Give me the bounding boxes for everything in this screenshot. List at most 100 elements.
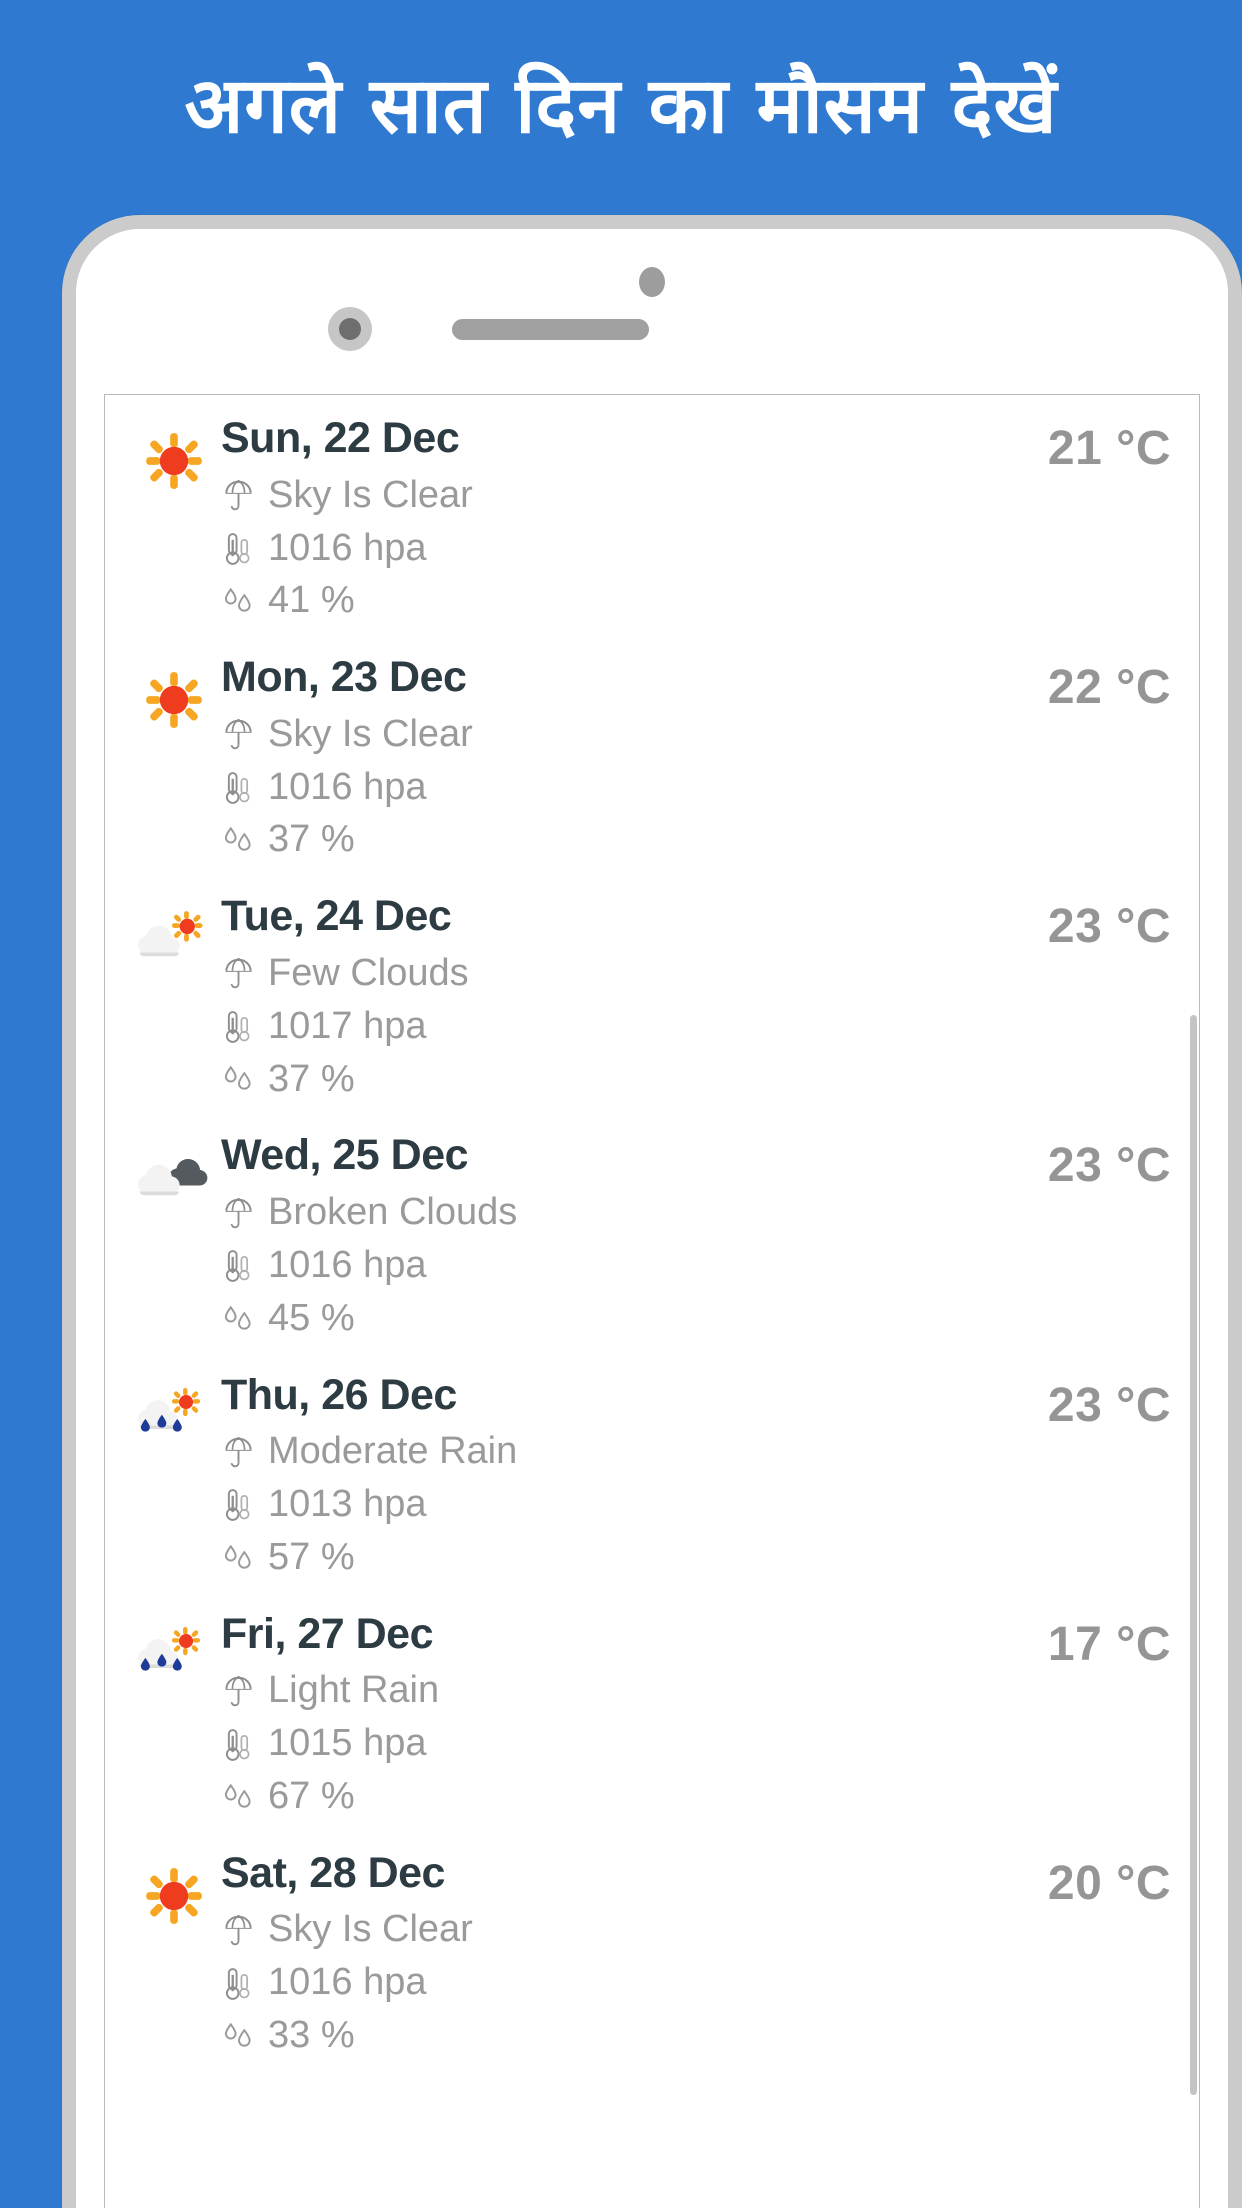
forecast-pressure-label: 1017 hpa	[268, 1004, 427, 1047]
thermometer-icon-slot	[221, 1967, 255, 2000]
forecast-humidity: 33 %	[221, 2014, 1048, 2057]
sun-icon	[146, 433, 202, 489]
forecast-temperature: 23 °C	[1047, 1139, 1171, 1193]
water-drops-icon	[224, 1784, 251, 1808]
forecast-details: Tue, 24 Dec Few Clouds 1017 hpa 37 %	[217, 885, 1048, 1100]
phone-screen: Sun, 22 Dec Sky Is Clear 1016 hpa 41 % 2…	[76, 229, 1228, 2208]
forecast-row[interactable]: Mon, 23 Dec Sky Is Clear 1016 hpa 37 % 2…	[105, 634, 1199, 873]
forecast-condition: Broken Clouds	[221, 1191, 1048, 1234]
forecast-details: Fri, 27 Dec Light Rain 1015 hpa 67 %	[217, 1603, 1048, 1818]
water-drops-icon	[224, 827, 251, 851]
forecast-details: Sun, 22 Dec Sky Is Clear 1016 hpa 41 %	[217, 407, 1048, 622]
forecast-pressure: 1015 hpa	[221, 1722, 1048, 1765]
weather-condition-icon	[131, 646, 217, 730]
phone-volume-down-button[interactable]	[62, 714, 70, 854]
forecast-pressure: 1017 hpa	[221, 1004, 1048, 1048]
weather-condition-icon	[131, 1842, 217, 1926]
broken-clouds-icon	[138, 1159, 208, 1196]
forecast-humidity: 45 %	[221, 1297, 1048, 1340]
forecast-day-label: Mon, 23 Dec	[221, 653, 467, 702]
umbrella-icon-slot	[221, 1196, 255, 1230]
vertical-scrollbar[interactable]	[1190, 1015, 1197, 2095]
water-drops-icon-slot	[221, 1064, 255, 1094]
forecast-card: Sun, 22 Dec Sky Is Clear 1016 hpa 41 % 2…	[104, 394, 1200, 2208]
forecast-pressure-label: 1013 hpa	[268, 1483, 427, 1526]
forecast-row[interactable]: Wed, 25 Dec Broken Clouds 1016 hpa 45 % …	[105, 1112, 1199, 1351]
weather-condition-icon	[131, 1124, 217, 1208]
promo-banner: अगले सात दिन का मौसम देखें	[0, 0, 1242, 215]
forecast-row[interactable]: Fri, 27 Dec Light Rain 1015 hpa 67 % 17 …	[105, 1591, 1199, 1830]
forecast-details: Thu, 26 Dec Moderate Rain 1013 hpa 57 %	[217, 1364, 1048, 1579]
forecast-condition-label: Few Clouds	[268, 951, 469, 994]
forecast-condition-label: Sky Is Clear	[268, 473, 473, 516]
weather-condition-icon	[131, 1603, 217, 1697]
forecast-day-label: Tue, 24 Dec	[221, 892, 452, 941]
forecast-temperature: 22 °C	[1047, 661, 1171, 715]
thermometer-icon	[225, 1250, 250, 1283]
weather-condition-icon	[131, 407, 217, 491]
thermometer-icon	[225, 1728, 250, 1761]
forecast-pressure: 1016 hpa	[221, 1243, 1048, 1287]
forecast-day-label: Fri, 27 Dec	[221, 1609, 433, 1658]
thermometer-icon-slot	[221, 1249, 255, 1283]
earpiece-speaker-icon	[452, 319, 649, 340]
forecast-temperature: 17 °C	[1047, 1617, 1171, 1671]
thermometer-icon-slot	[221, 1010, 255, 1044]
forecast-pressure-label: 1016 hpa	[268, 526, 427, 569]
forecast-row[interactable]: Sun, 22 Dec Sky Is Clear 1016 hpa 41 % 2…	[105, 395, 1199, 634]
forecast-day-label: Wed, 25 Dec	[221, 1131, 469, 1180]
umbrella-icon-slot	[221, 1674, 255, 1708]
forecast-list[interactable]: Sun, 22 Dec Sky Is Clear 1016 hpa 41 % 2…	[105, 395, 1199, 2208]
forecast-day-label: Sat, 28 Dec	[221, 1848, 445, 1897]
forecast-humidity-label: 67 %	[268, 1774, 355, 1817]
umbrella-icon	[224, 1196, 252, 1228]
umbrella-icon-slot	[221, 957, 255, 990]
forecast-condition: Light Rain	[221, 1670, 1048, 1712]
water-drops-icon	[224, 588, 251, 612]
thermometer-icon-slot	[221, 532, 255, 565]
forecast-condition-label: Light Rain	[268, 1669, 440, 1712]
weather-condition-icon	[131, 885, 217, 969]
umbrella-icon-slot	[221, 1913, 255, 1947]
page-title: अगले सात दिन का मौसम देखें	[184, 62, 1058, 152]
forecast-temperature: 23 °C	[1047, 900, 1171, 954]
forecast-condition: Sky Is Clear	[221, 1909, 1048, 1951]
thermometer-icon-slot	[221, 771, 255, 805]
umbrella-icon	[224, 479, 252, 511]
forecast-row[interactable]: Thu, 26 Dec Moderate Rain 1013 hpa 57 % …	[105, 1352, 1199, 1591]
water-drops-icon-slot	[221, 2021, 255, 2051]
forecast-temperature: 23 °C	[1047, 1378, 1171, 1432]
forecast-humidity: 37 %	[221, 1057, 1048, 1101]
sun-behind-rain-cloud-icon	[138, 1626, 201, 1671]
phone-button-left-top[interactable]	[62, 399, 70, 487]
forecast-pressure-label: 1016 hpa	[268, 1243, 427, 1286]
forecast-humidity-label: 37 %	[268, 1057, 355, 1100]
water-drops-icon	[224, 1545, 251, 1569]
forecast-humidity-label: 37 %	[268, 818, 355, 861]
water-drops-icon	[224, 2023, 251, 2047]
forecast-condition-label: Sky Is Clear	[268, 1908, 473, 1951]
forecast-condition-label: Moderate Rain	[268, 1430, 518, 1473]
forecast-humidity-label: 57 %	[268, 1535, 355, 1578]
forecast-condition: Sky Is Clear	[221, 473, 1048, 517]
thermometer-icon-slot	[221, 1488, 255, 1522]
sun-icon	[146, 1867, 202, 1924]
forecast-humidity: 41 %	[221, 580, 1048, 622]
sun-behind-cloud-icon	[138, 911, 203, 957]
water-drops-icon-slot	[221, 586, 255, 616]
forecast-row[interactable]: Tue, 24 Dec Few Clouds 1017 hpa 37 % 23 …	[105, 873, 1199, 1112]
phone-power-button[interactable]	[1234, 649, 1242, 809]
forecast-humidity: 37 %	[221, 819, 1048, 861]
phone-volume-up-button[interactable]	[62, 534, 70, 674]
forecast-temperature: 20 °C	[1047, 1856, 1171, 1910]
forecast-humidity: 57 %	[221, 1535, 1048, 1579]
water-drops-icon-slot	[221, 1782, 255, 1812]
forecast-condition-label: Broken Clouds	[268, 1191, 518, 1234]
forecast-humidity: 67 %	[221, 1774, 1048, 1818]
forecast-row[interactable]: Sat, 28 Dec Sky Is Clear 1016 hpa 33 % 2…	[105, 1830, 1199, 2069]
forecast-pressure: 1016 hpa	[221, 1961, 1048, 2004]
forecast-temperature: 21 °C	[1047, 422, 1171, 475]
umbrella-icon	[224, 957, 252, 989]
water-drops-icon-slot	[221, 1304, 255, 1334]
forecast-condition-label: Sky Is Clear	[268, 712, 473, 755]
